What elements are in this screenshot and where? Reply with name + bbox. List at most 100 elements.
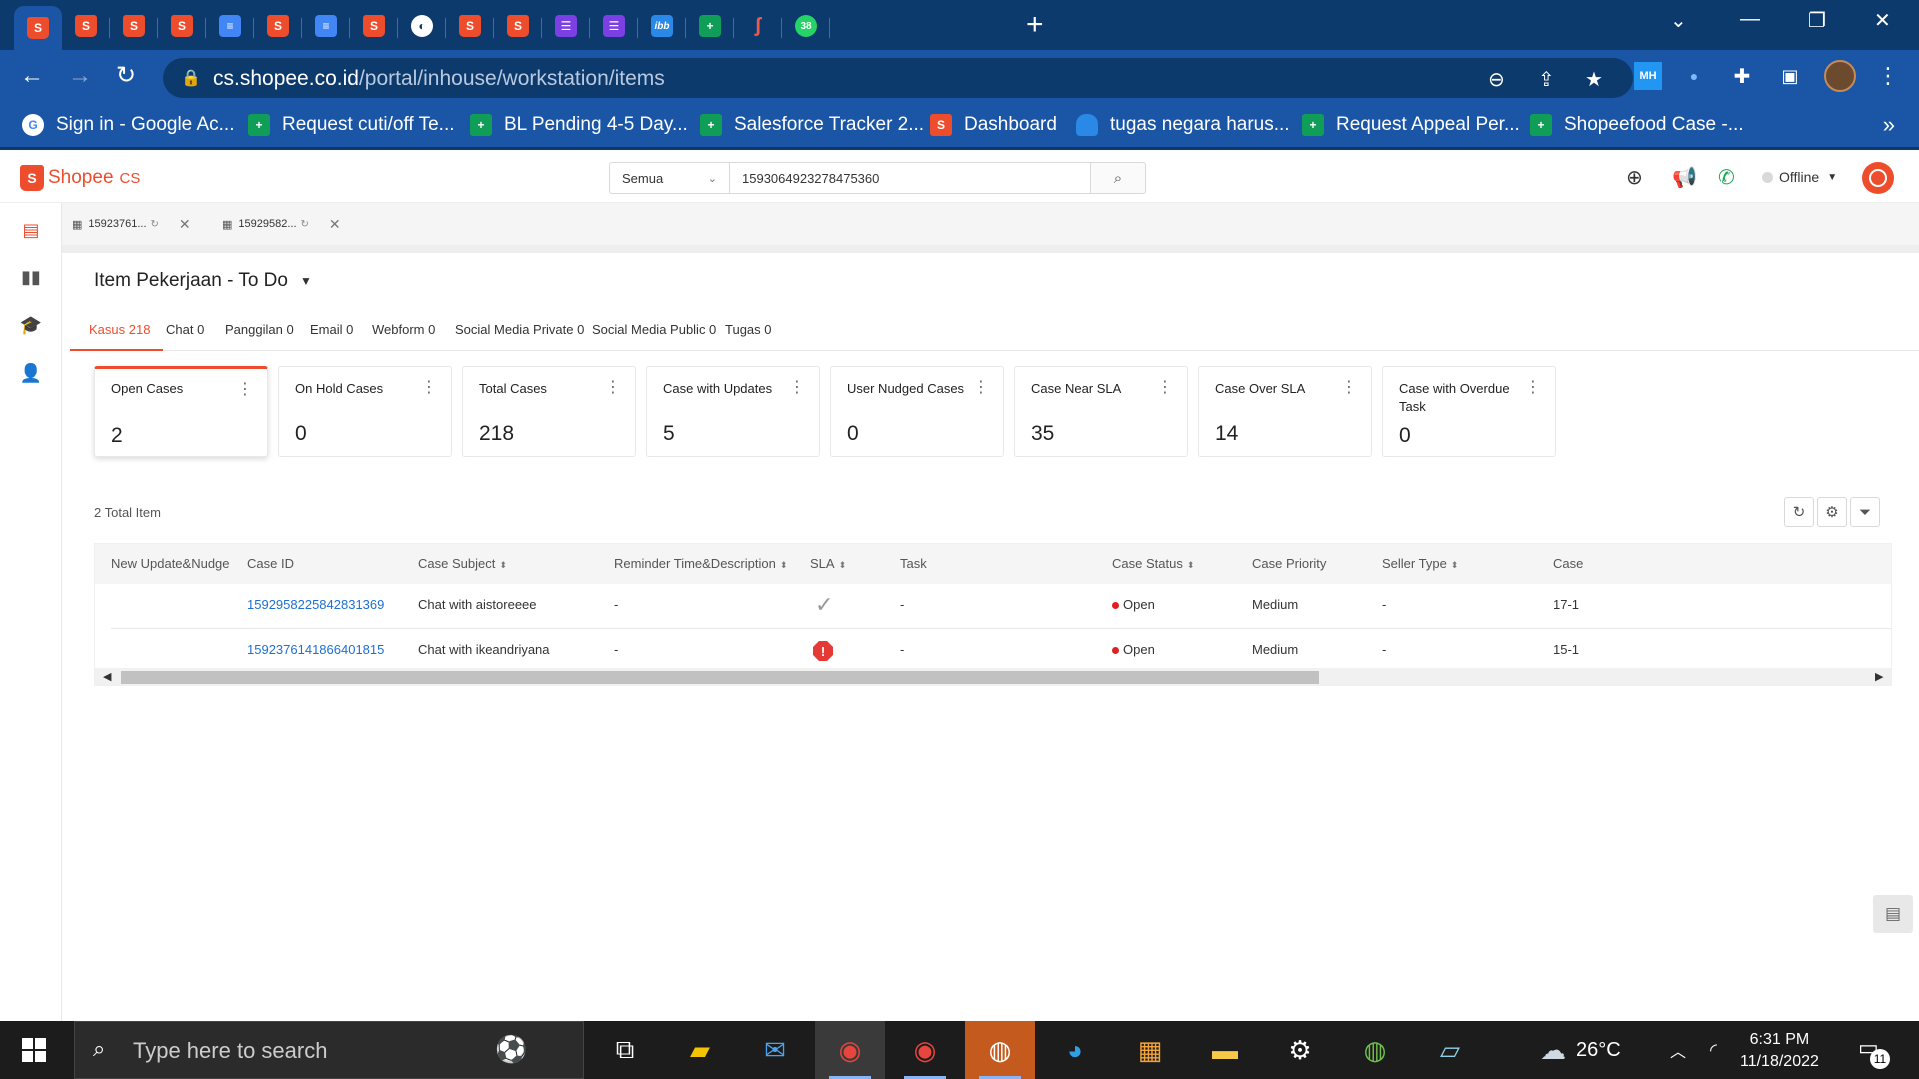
url-text[interactable]: cs.shopee.co.id/portal/inhouse/workstati… [213,67,665,91]
extension-mh-icon[interactable]: MH [1634,62,1662,90]
globe-app-icon[interactable]: ◍ [1340,1021,1410,1079]
task-view-icon[interactable]: ⧉ [590,1021,660,1079]
sticky-notes-icon[interactable]: ▰ [665,1021,735,1079]
case-tab-1[interactable]: ▦ 15923761... ↻ ✕ [72,209,191,239]
close-icon[interactable]: ✕ [329,216,341,233]
kebab-menu-icon[interactable]: ⋮ [237,379,253,399]
column-header[interactable]: Case Subject ⬍ [418,556,507,571]
minimize-icon[interactable]: — [1740,8,1760,31]
channel-tab[interactable]: Kasus 218 [70,313,163,351]
column-header[interactable]: Seller Type ⬍ [1382,556,1458,571]
settings-button[interactable]: ⚙ [1817,497,1847,527]
taskbar-search[interactable]: ⌕ Type here to search ⚽ [74,1021,584,1079]
column-header[interactable]: SLA ⬍ [810,556,846,571]
share-icon[interactable]: ⇪ [1538,67,1555,92]
sort-icon[interactable]: ⬍ [839,560,847,570]
sidepanel-icon[interactable]: ▣ [1776,62,1804,90]
summary-card[interactable]: Case with Updates ⋮ 5 [646,366,820,457]
bookmark-item[interactable]: + Request Appeal Per... [1302,114,1520,136]
browser-tab[interactable]: ≡ [302,6,350,46]
refresh-icon[interactable]: ↻ [301,219,309,230]
add-circle-icon[interactable]: ⊕ [1626,165,1643,190]
bookmark-item[interactable]: + Shopeefood Case -... [1530,114,1744,136]
clock[interactable]: 6:31 PM 11/18/2022 [1740,1029,1819,1073]
browser-tab[interactable]: S [446,6,494,46]
scroll-left-icon[interactable]: ◀ [103,670,111,683]
zoom-icon[interactable]: ⊖ [1488,67,1505,92]
browser-tab[interactable]: ☰ [590,6,638,46]
shopee-cs-logo[interactable]: S Shopee CS [20,165,140,191]
extensions-puzzle-icon[interactable]: ✚ [1728,62,1756,90]
start-button[interactable] [22,1038,46,1062]
megaphone-icon[interactable]: 📢 [1672,165,1697,190]
browser-tab[interactable]: S [158,6,206,46]
search-scope-select[interactable]: Semua ⌄ [609,162,729,194]
case-id-link[interactable]: 1592958225842831369 [247,597,384,612]
refresh-icon[interactable]: ↻ [151,219,159,230]
search-input[interactable] [729,162,1091,194]
nav-workstation-icon[interactable]: ▤ [0,208,62,252]
case-tab-2[interactable]: ▦ 15929582... ↻ ✕ [222,209,341,239]
summary-card[interactable]: Total Cases ⋮ 218 [462,366,636,457]
chrome-icon[interactable]: ◉ [815,1021,885,1079]
browser-tab[interactable]: ibb [638,6,686,46]
bookmark-item[interactable]: + Salesforce Tracker 2... [700,114,924,136]
kebab-menu-icon[interactable]: ⋮ [1525,377,1541,397]
browser-menu-icon[interactable]: ⋮ [1874,62,1902,90]
column-header[interactable]: Reminder Time&Description ⬍ [614,556,787,571]
tray-chevron-icon[interactable]: ︿ [1670,1021,1686,1079]
browser-tab[interactable]: S [14,6,62,50]
file-explorer-icon[interactable]: ▬ [1190,1021,1260,1079]
horizontal-scrollbar[interactable]: ◀ ▶ [95,668,1891,685]
summary-card[interactable]: Case Near SLA ⋮ 35 [1014,366,1188,457]
bookmarks-overflow-icon[interactable]: » [1883,112,1895,138]
sort-icon[interactable]: ⬍ [780,560,788,570]
browser-tab[interactable]: ☰ [542,6,590,46]
extension-dot-icon[interactable]: ● [1680,62,1708,90]
user-avatar[interactable] [1862,162,1894,194]
kebab-menu-icon[interactable]: ⋮ [973,377,989,397]
bookmark-item[interactable]: G Sign in - Google Ac... [22,114,235,136]
forward-icon[interactable]: → [68,62,92,90]
caret-down-icon[interactable]: ▼ [300,274,312,288]
channel-tab[interactable]: Email 0 [310,313,353,351]
phone-icon[interactable]: ✆ [1718,165,1735,190]
bookmark-item[interactable]: + Request cuti/off Te... [248,114,455,136]
browser-tab[interactable]: + [686,6,734,46]
sort-icon[interactable]: ⬍ [499,560,507,570]
case-id-link[interactable]: 1592376141866401815 [247,642,384,657]
filter-button[interactable]: ⏷ [1850,497,1880,527]
close-icon[interactable]: ✕ [179,216,191,233]
restore-icon[interactable]: ❐ [1808,8,1826,33]
bookmark-item[interactable]: S Dashboard [930,114,1057,136]
bookmark-item[interactable]: tugas negara harus... [1076,114,1290,136]
summary-card[interactable]: User Nudged Cases ⋮ 0 [830,366,1004,457]
bookmark-item[interactable]: + BL Pending 4-5 Day... [470,114,688,136]
page-title[interactable]: Item Pekerjaan - To Do ▼ [94,270,312,292]
store-icon[interactable]: ▦ [1115,1021,1185,1079]
browser-tab[interactable]: S [254,6,302,46]
notifications-button[interactable]: ▭ 11 [1858,1035,1890,1069]
browser-tab[interactable]: S [62,6,110,46]
weather-widget[interactable]: ☁ 26°C [1540,1021,1621,1079]
bookmark-star-icon[interactable]: ★ [1585,67,1603,92]
address-bar[interactable]: 🔒 cs.shopee.co.id/portal/inhouse/worksta… [163,58,1633,98]
lock-icon[interactable]: 🔒 [181,68,201,88]
channel-tab[interactable]: Panggilan 0 [225,313,294,351]
summary-card[interactable]: On Hold Cases ⋮ 0 [278,366,452,457]
reload-icon[interactable]: ↻ [116,62,136,90]
channel-tab[interactable]: Tugas 0 [725,313,772,351]
search-button[interactable]: ⌕ [1090,162,1146,194]
nav-profile-icon[interactable]: 👤 [0,351,62,395]
browser-tab[interactable]: ≡ [206,6,254,46]
column-header[interactable]: Case Status ⬍ [1112,556,1194,571]
notepad-icon[interactable]: ▱ [1415,1021,1485,1079]
channel-tab[interactable]: Social Media Private 0 [455,313,584,351]
sort-icon[interactable]: ⬍ [1187,560,1195,570]
browser-tab[interactable]: S [494,6,542,46]
scrollbar-thumb[interactable] [121,671,1319,684]
summary-card[interactable]: Open Cases ⋮ 2 [94,366,268,457]
sort-icon[interactable]: ⬍ [1451,560,1459,570]
chrome-profile-icon[interactable]: ◉ [890,1021,960,1079]
browser-tab[interactable]: S [350,6,398,46]
